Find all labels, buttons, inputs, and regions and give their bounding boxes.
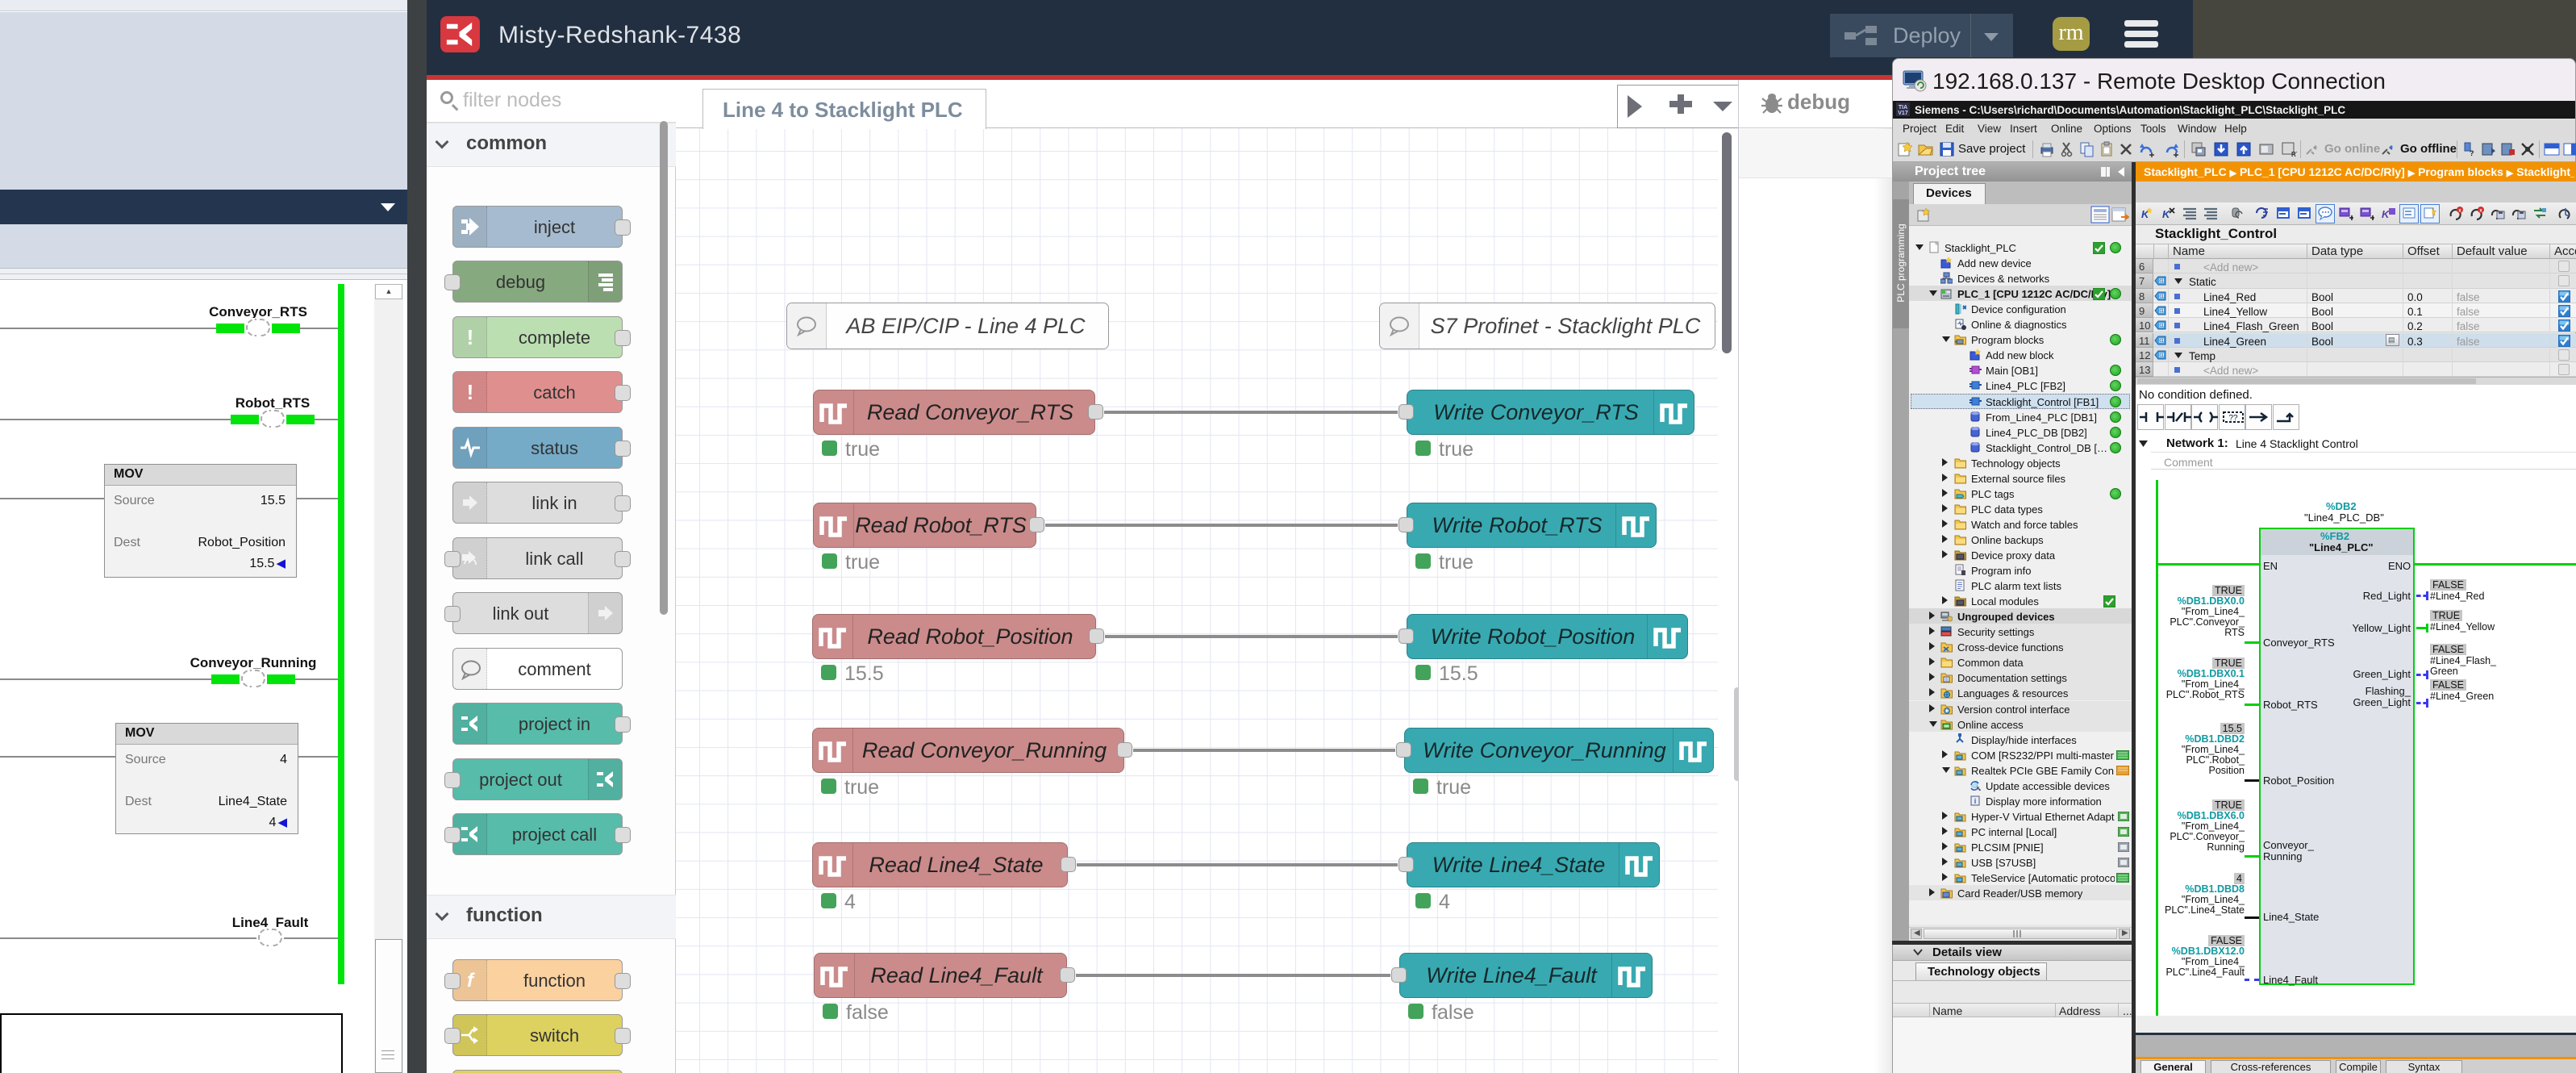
svg-text:V17: V17 bbox=[1898, 111, 1908, 116]
svg-text:!: ! bbox=[467, 382, 474, 403]
svg-text:01: 01 bbox=[2159, 324, 2164, 328]
svg-text:K: K bbox=[2162, 208, 2171, 220]
svg-text:RT: RT bbox=[2291, 151, 2297, 157]
svg-text:!: ! bbox=[467, 327, 474, 348]
svg-text:01: 01 bbox=[2159, 353, 2164, 358]
svg-text:TIA: TIA bbox=[1899, 105, 1907, 111]
svg-text:?: ? bbox=[2470, 149, 2474, 157]
svg-text:f: f bbox=[467, 970, 475, 991]
svg-text:01: 01 bbox=[2159, 279, 2164, 284]
svg-text:01: 01 bbox=[2159, 294, 2164, 299]
svg-text:??: ?? bbox=[2228, 414, 2238, 423]
svg-text:01: 01 bbox=[2159, 309, 2164, 314]
svg-text:01: 01 bbox=[2159, 339, 2164, 344]
svg-text:i: i bbox=[1974, 797, 1977, 805]
